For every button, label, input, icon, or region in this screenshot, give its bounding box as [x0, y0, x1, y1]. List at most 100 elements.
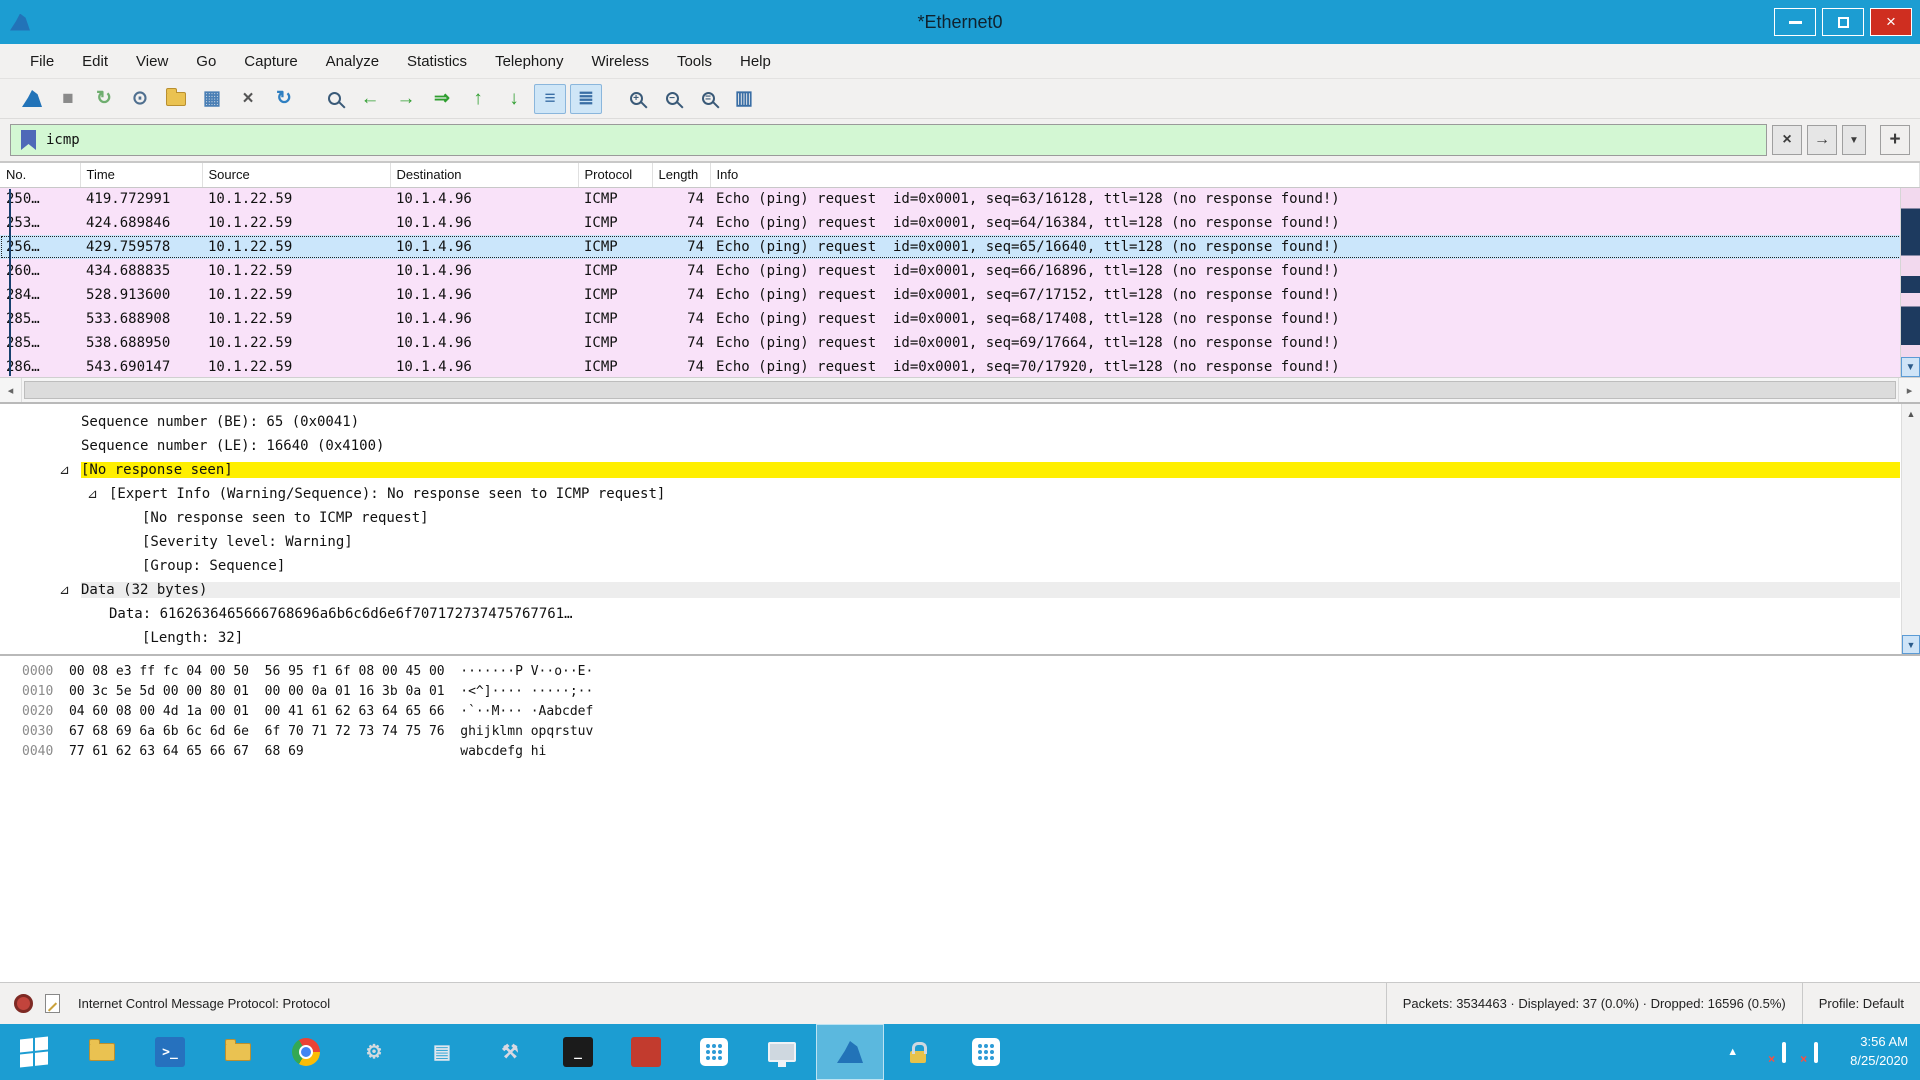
- detail-line[interactable]: [Length: 32]: [0, 626, 1900, 650]
- column-header-no[interactable]: No.: [0, 163, 80, 187]
- taskbar-chrome[interactable]: [272, 1024, 340, 1080]
- detail-line[interactable]: Sequence number (LE): 16640 (0x4100): [0, 434, 1900, 458]
- menu-go[interactable]: Go: [182, 44, 230, 78]
- hex-row[interactable]: 000000 08 e3 ff fc 04 00 50 56 95 f1 6f …: [22, 664, 1920, 684]
- packet-row[interactable]: 284…528.91360010.1.22.5910.1.4.96ICMP74E…: [0, 283, 1920, 307]
- packet-row[interactable]: 285…538.68895010.1.22.5910.1.4.96ICMP74E…: [0, 331, 1920, 355]
- volume-muted-icon[interactable]: ×: [1750, 1044, 1770, 1060]
- taskbar-file-explorer[interactable]: [68, 1024, 136, 1080]
- taskbar-toolbox[interactable]: [612, 1024, 680, 1080]
- network-disconnected-icon[interactable]: ×: [1782, 1044, 1802, 1060]
- detail-line[interactable]: [No response seen to ICMP request]: [0, 506, 1900, 530]
- details-scroll-down[interactable]: ▼: [1902, 635, 1920, 654]
- capture-options-button[interactable]: ⊙: [124, 84, 156, 114]
- filter-clear-button[interactable]: ×: [1772, 125, 1802, 155]
- zoom-in-button[interactable]: +: [620, 84, 652, 114]
- menu-help[interactable]: Help: [726, 44, 785, 78]
- column-header-source[interactable]: Source: [202, 163, 390, 187]
- menu-file[interactable]: File: [16, 44, 68, 78]
- taskbar-app-window[interactable]: ▤: [408, 1024, 476, 1080]
- detail-line[interactable]: [Severity level: Warning]: [0, 530, 1900, 554]
- go-to-packet-button[interactable]: ⇒: [426, 84, 458, 114]
- detail-line[interactable]: [Group: Sequence]: [0, 554, 1900, 578]
- detail-line[interactable]: Sequence number (BE): 65 (0x0041): [0, 410, 1900, 434]
- column-header-length[interactable]: Length: [652, 163, 710, 187]
- zoom-100-button[interactable]: =: [692, 84, 724, 114]
- taskbar-settings-gears[interactable]: ⚙: [340, 1024, 408, 1080]
- packet-row[interactable]: 260…434.68883510.1.22.5910.1.4.96ICMP74E…: [0, 259, 1920, 283]
- keyboard-icon[interactable]: [1814, 1044, 1834, 1060]
- file-open-button[interactable]: [160, 84, 192, 114]
- taskbar-app-grid-2[interactable]: [952, 1024, 1020, 1080]
- taskbar-folder-libraries[interactable]: [204, 1024, 272, 1080]
- resize-columns-button[interactable]: ▥: [728, 84, 760, 114]
- filter-add-button[interactable]: +: [1880, 125, 1910, 155]
- packet-row[interactable]: 285…533.68890810.1.22.5910.1.4.96ICMP74E…: [0, 307, 1920, 331]
- go-first-button[interactable]: ↑: [462, 84, 494, 114]
- capture-comment-icon[interactable]: [45, 994, 60, 1013]
- taskbar-performance-monitor[interactable]: [748, 1024, 816, 1080]
- expander-icon[interactable]: ⊿: [59, 583, 81, 598]
- taskbar-wireshark[interactable]: [816, 1024, 884, 1080]
- taskbar-start[interactable]: [0, 1024, 68, 1080]
- find-packet-button[interactable]: [318, 84, 350, 114]
- menu-telephony[interactable]: Telephony: [481, 44, 577, 78]
- capture-start-button[interactable]: [16, 84, 48, 114]
- scrollbar-minimap[interactable]: [1901, 188, 1920, 357]
- file-save-button[interactable]: ▦: [196, 84, 228, 114]
- maximize-button[interactable]: [1822, 8, 1864, 36]
- column-header-protocol[interactable]: Protocol: [578, 163, 652, 187]
- status-profile[interactable]: Profile: Default: [1802, 983, 1920, 1024]
- menu-wireless[interactable]: Wireless: [577, 44, 663, 78]
- packet-row[interactable]: 253…424.68984610.1.22.5910.1.4.96ICMP74E…: [0, 211, 1920, 235]
- go-back-button[interactable]: ←: [354, 84, 386, 114]
- taskbar-clock[interactable]: 3:56 AM8/25/2020: [1850, 1033, 1908, 1071]
- menu-edit[interactable]: Edit: [68, 44, 122, 78]
- expander-icon[interactable]: ⊿: [87, 487, 109, 502]
- minimize-button[interactable]: [1774, 8, 1816, 36]
- column-header-destination[interactable]: Destination: [390, 163, 578, 187]
- expander-icon[interactable]: ⊿: [59, 463, 81, 478]
- menu-tools[interactable]: Tools: [663, 44, 726, 78]
- packet-row-selected[interactable]: 256…429.75957810.1.22.5910.1.4.96ICMP74E…: [0, 235, 1920, 259]
- detail-line[interactable]: ⊿[No response seen]: [0, 458, 1900, 482]
- scroll-left-arrow[interactable]: ◂: [0, 378, 22, 402]
- colorize-button[interactable]: ≣: [570, 84, 602, 114]
- close-button[interactable]: ×: [1870, 8, 1912, 36]
- title-bar[interactable]: *Ethernet0 ×: [0, 0, 1920, 44]
- filter-apply-button[interactable]: →: [1807, 125, 1837, 155]
- column-header-time[interactable]: Time: [80, 163, 202, 187]
- scroll-down-button[interactable]: ▼: [1901, 357, 1920, 377]
- packet-row[interactable]: 250…419.77299110.1.22.5910.1.4.96ICMP74E…: [0, 187, 1920, 211]
- detail-line[interactable]: ⊿Data (32 bytes): [0, 578, 1900, 602]
- capture-restart-button[interactable]: ↻: [88, 84, 120, 114]
- file-close-button[interactable]: ×: [232, 84, 264, 114]
- filter-dropdown-button[interactable]: ▼: [1842, 125, 1866, 155]
- details-scroll-up[interactable]: ▲: [1902, 404, 1920, 423]
- packet-row[interactable]: 286…543.69014710.1.22.5910.1.4.96ICMP74E…: [0, 355, 1920, 379]
- taskbar-powershell[interactable]: >_: [136, 1024, 204, 1080]
- hex-row[interactable]: 003067 68 69 6a 6b 6c 6d 6e 6f 70 71 72 …: [22, 724, 1920, 744]
- column-header-info[interactable]: Info: [710, 163, 1920, 187]
- details-scrollbar[interactable]: ▲ ▼: [1901, 404, 1920, 654]
- menu-capture[interactable]: Capture: [230, 44, 311, 78]
- display-filter-input[interactable]: icmp: [10, 124, 1767, 156]
- go-last-button[interactable]: ↓: [498, 84, 530, 114]
- expert-info-icon[interactable]: [14, 994, 33, 1013]
- taskbar-app-grid-1[interactable]: [680, 1024, 748, 1080]
- taskbar-lock[interactable]: [884, 1024, 952, 1080]
- taskbar-admin-tools[interactable]: ⚒: [476, 1024, 544, 1080]
- hscroll-thumb[interactable]: [24, 381, 1896, 399]
- tray-chevron-icon[interactable]: ▲: [1727, 1046, 1738, 1058]
- detail-line[interactable]: Data: 6162636465666768696a6b6c6d6e6f7071…: [0, 602, 1900, 626]
- auto-scroll-button[interactable]: ≡: [534, 84, 566, 114]
- go-forward-button[interactable]: →: [390, 84, 422, 114]
- hex-row[interactable]: 001000 3c 5e 5d 00 00 80 01 00 00 0a 01 …: [22, 684, 1920, 704]
- menu-analyze[interactable]: Analyze: [312, 44, 393, 78]
- hex-row[interactable]: 004077 61 62 63 64 65 66 67 68 69wabcdef…: [22, 744, 1920, 764]
- zoom-out-button[interactable]: −: [656, 84, 688, 114]
- scroll-right-arrow[interactable]: ▸: [1898, 378, 1920, 402]
- hex-row[interactable]: 002004 60 08 00 4d 1a 00 01 00 41 61 62 …: [22, 704, 1920, 724]
- taskbar-command-prompt[interactable]: _: [544, 1024, 612, 1080]
- reload-button[interactable]: ↻: [268, 84, 300, 114]
